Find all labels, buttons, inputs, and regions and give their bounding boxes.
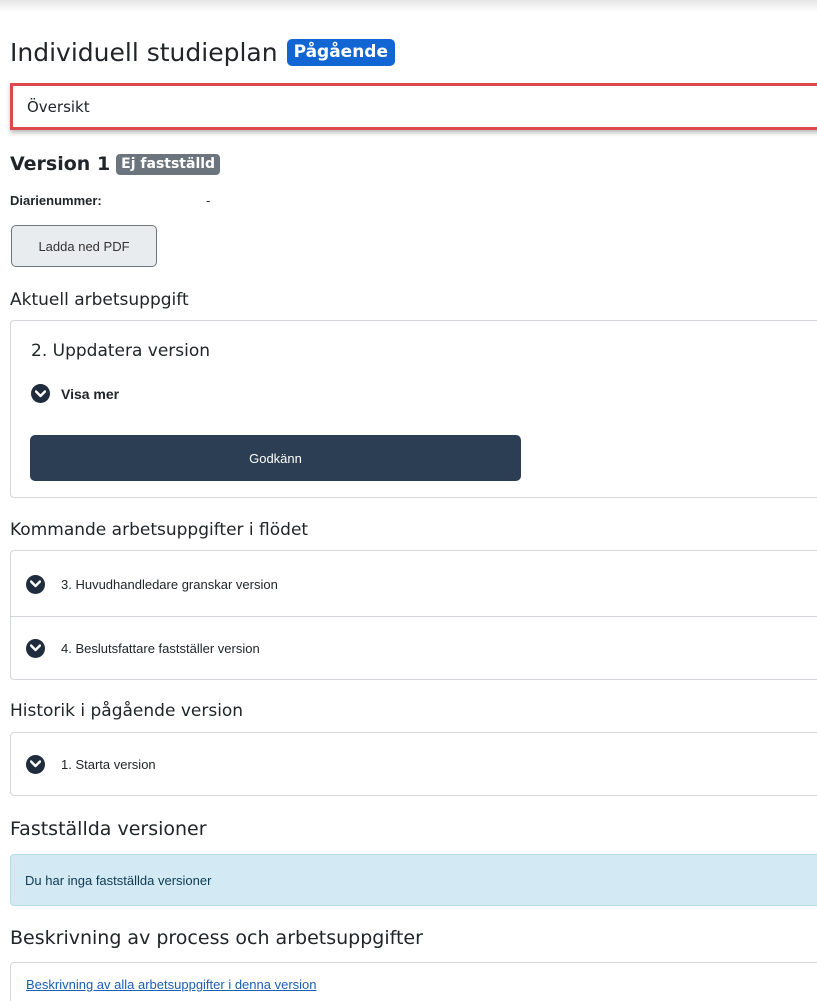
version-status-badge: Ej fastställd bbox=[116, 153, 221, 175]
diarie-label: Diarienummer: bbox=[10, 193, 102, 208]
status-badge: Pågående bbox=[286, 39, 396, 66]
current-task-title: 2. Uppdatera version bbox=[31, 341, 211, 361]
page: Individuell studieplan Pågående Översikt… bbox=[0, 0, 817, 1001]
upcoming-tasks-card: 3. Huvudhandledare granskar version 4. B… bbox=[10, 550, 817, 680]
approve-button[interactable]: Godkänn bbox=[30, 435, 521, 481]
history-task-label: 1. Starta version bbox=[61, 756, 156, 772]
top-shadow bbox=[0, 0, 817, 12]
upcoming-task-label: 4. Beslutsfattare fastställer version bbox=[61, 640, 260, 656]
upcoming-tasks-heading: Kommande arbetsuppgifter i flödet bbox=[10, 520, 309, 540]
title-row: Individuell studieplan Pågående bbox=[10, 38, 396, 67]
chevron-down-circle-icon bbox=[26, 638, 45, 658]
show-more-label: Visa mer bbox=[61, 385, 120, 402]
history-card: 1. Starta version bbox=[10, 732, 817, 796]
show-more-toggle[interactable]: Visa mer bbox=[31, 384, 119, 403]
no-versions-message: Du har inga fastställda versioner bbox=[25, 873, 212, 888]
overview-nav-select[interactable]: Översikt bbox=[10, 83, 817, 130]
history-task-row[interactable]: 1. Starta version bbox=[11, 733, 817, 795]
current-task-card: 2. Uppdatera version Visa mer Godkänn bbox=[10, 320, 817, 498]
diarie-value: - bbox=[206, 193, 211, 208]
version-row: Version 1 Ej fastställd bbox=[10, 153, 221, 175]
overview-nav-label: Översikt bbox=[27, 98, 90, 116]
process-description-card: Beskrivning av alla arbetsuppgifter i de… bbox=[10, 962, 817, 1001]
upcoming-task-label: 3. Huvudhandledare granskar version bbox=[61, 576, 278, 592]
current-task-heading: Aktuell arbetsuppgift bbox=[10, 290, 189, 310]
download-pdf-button[interactable]: Ladda ned PDF bbox=[11, 225, 157, 267]
page-title: Individuell studieplan bbox=[10, 38, 278, 67]
upcoming-task-row[interactable]: 4. Beslutsfattare fastställer version bbox=[11, 616, 817, 680]
chevron-down-circle-icon bbox=[26, 574, 45, 594]
history-heading: Historik i pågående version bbox=[10, 701, 244, 721]
no-versions-alert: Du har inga fastställda versioner bbox=[10, 854, 817, 906]
task-description-link[interactable]: Beskrivning av alla arbetsuppgifter i de… bbox=[26, 977, 317, 992]
chevron-down-circle-icon bbox=[26, 754, 45, 774]
established-versions-heading: Fastställda versioner bbox=[10, 818, 207, 840]
process-description-heading: Beskrivning av process och arbetsuppgift… bbox=[10, 927, 423, 949]
version-title: Version 1 bbox=[10, 153, 111, 175]
chevron-down-circle-icon bbox=[31, 384, 50, 403]
upcoming-task-row[interactable]: 3. Huvudhandledare granskar version bbox=[11, 552, 817, 616]
